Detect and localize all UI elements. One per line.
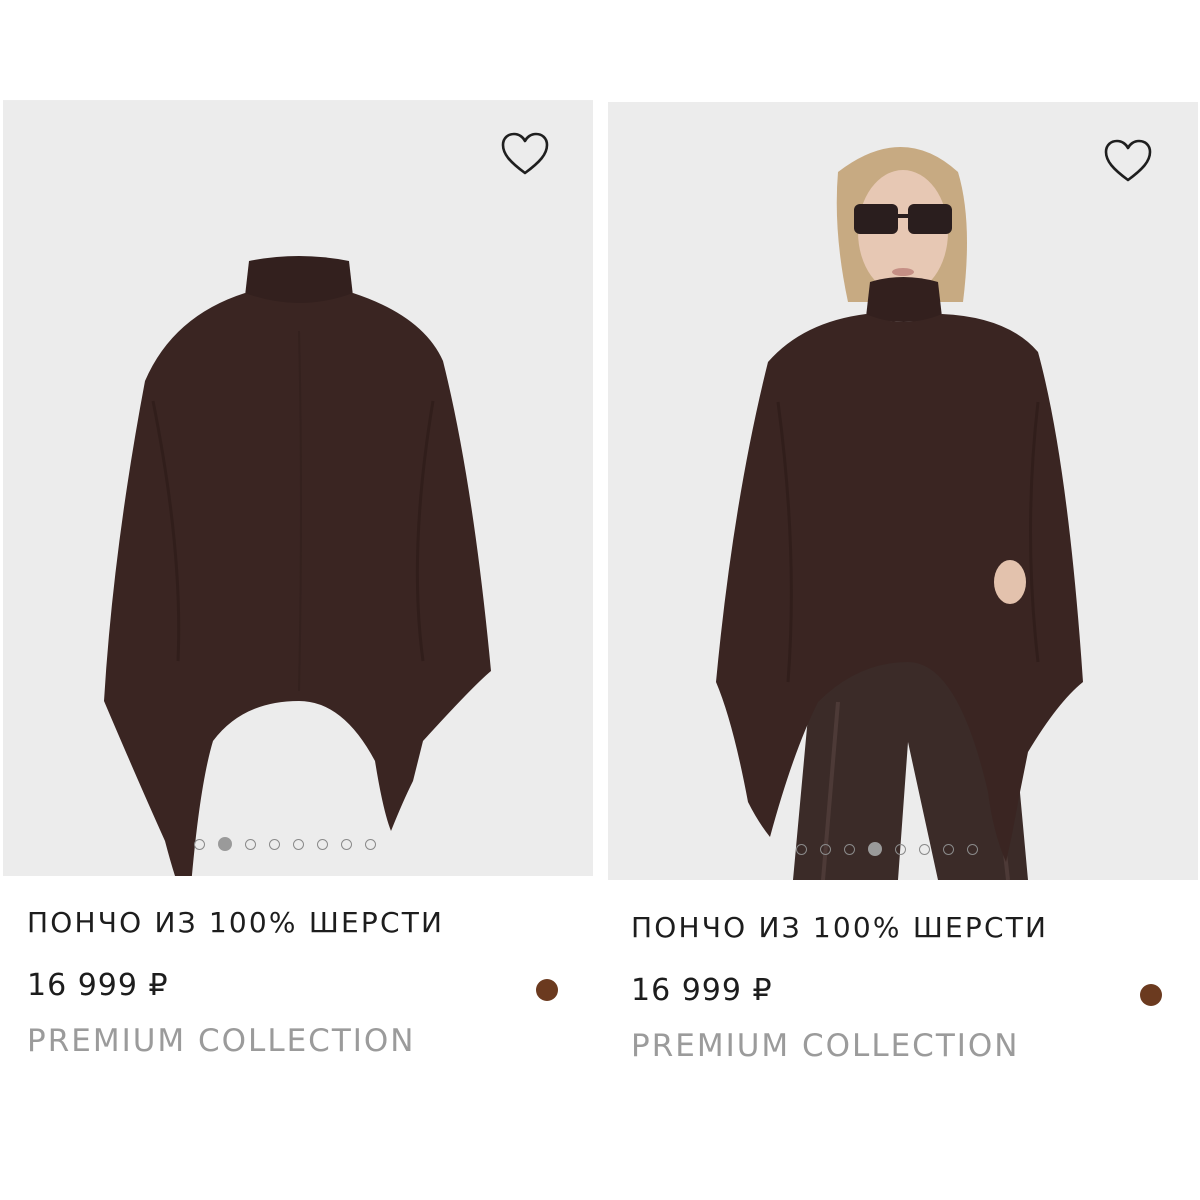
carousel-dot-active[interactable] (218, 837, 232, 851)
carousel-dot[interactable] (293, 838, 304, 850)
collection-label: PREMIUM COLLECTION (27, 1023, 416, 1059)
carousel-dot[interactable] (341, 838, 352, 850)
favorite-button[interactable] (497, 126, 553, 182)
carousel-dot[interactable] (317, 838, 328, 850)
product-title[interactable]: ПОНЧО ИЗ 100% ШЕРСТИ (27, 906, 444, 939)
carousel-dot[interactable] (245, 838, 256, 850)
product-image[interactable] (608, 102, 1198, 880)
carousel-dot[interactable] (269, 838, 280, 850)
carousel-dot[interactable] (967, 843, 978, 855)
favorite-button[interactable] (1100, 133, 1156, 189)
product-title[interactable]: ПОНЧО ИЗ 100% ШЕРСТИ (631, 911, 1048, 944)
carousel-dot[interactable] (194, 838, 205, 850)
product-price: 16 999 ₽ (631, 973, 773, 1008)
product-price: 16 999 ₽ (27, 968, 169, 1003)
poncho-flat-image (3, 101, 593, 876)
image-carousel-indicator[interactable] (796, 842, 978, 856)
carousel-dot[interactable] (820, 843, 831, 855)
color-swatch[interactable] (536, 979, 558, 1001)
heart-outline-icon (501, 132, 549, 175)
product-card[interactable]: ПОНЧО ИЗ 100% ШЕРСТИ 16 999 ₽ PREMIUM CO… (3, 0, 593, 1200)
carousel-dot[interactable] (365, 838, 376, 850)
heart-outline-icon (1104, 139, 1152, 182)
color-swatch[interactable] (1140, 984, 1162, 1006)
collection-label: PREMIUM COLLECTION (631, 1028, 1020, 1064)
carousel-dot[interactable] (943, 843, 954, 855)
product-card[interactable]: ПОНЧО ИЗ 100% ШЕРСТИ 16 999 ₽ PREMIUM CO… (607, 0, 1198, 1200)
poncho-model-image (608, 102, 1198, 880)
carousel-dot[interactable] (844, 843, 855, 855)
carousel-dot[interactable] (919, 843, 930, 855)
carousel-dot[interactable] (895, 843, 906, 855)
image-carousel-indicator[interactable] (194, 837, 376, 851)
carousel-dot-active[interactable] (868, 842, 882, 856)
product-image[interactable] (3, 100, 593, 876)
carousel-dot[interactable] (796, 843, 807, 855)
